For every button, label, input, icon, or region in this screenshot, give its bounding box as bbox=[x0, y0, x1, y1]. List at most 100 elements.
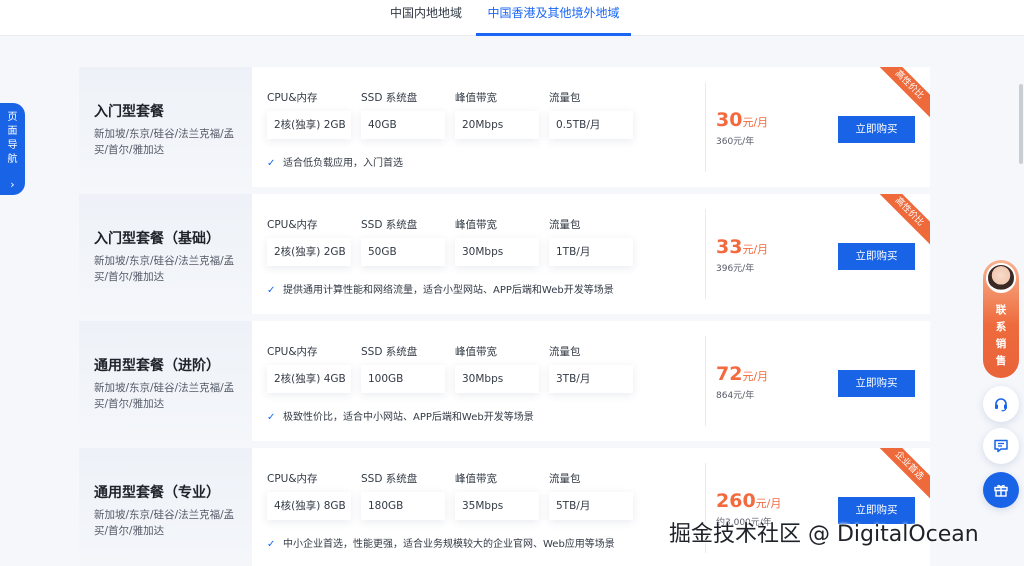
plan-feature: ✓ 中小企业首选，性能更强，适合业务规模较大的企业官网、Web应用等场景 bbox=[267, 535, 615, 550]
bandwidth-value: 20Mbps bbox=[455, 111, 539, 139]
divider bbox=[705, 336, 706, 426]
region-tabs: 中国内地地域 中国香港及其他境外地域 bbox=[0, 0, 1024, 36]
page-navigation-button[interactable]: 页面导航 › bbox=[0, 103, 25, 195]
contact-sales-button[interactable]: 联系销售 bbox=[983, 260, 1019, 378]
price-unit: 元/月 bbox=[742, 116, 769, 129]
page-navigation-label: 页面导航 bbox=[7, 112, 18, 165]
traffic-value: 0.5TB/月 bbox=[549, 111, 633, 139]
plan-name: 通用型套餐（进阶） bbox=[94, 358, 220, 374]
plan-feature-text: 适合低负载应用，入门首选 bbox=[283, 158, 403, 169]
plan-feature: ✓ 极致性价比，适合中小网站、APP后端和Web开发等场景 bbox=[267, 408, 534, 423]
cpu-label: CPU&内存 bbox=[267, 346, 318, 358]
divider bbox=[705, 209, 706, 299]
plan-regions: 新加坡/东京/硅谷/法兰克福/孟买/首尔/雅加达 bbox=[94, 128, 235, 156]
check-icon: ✓ bbox=[267, 412, 276, 423]
cpu-value: 4核(独享) 8GB bbox=[267, 492, 351, 520]
ssd-label: SSD 系统盘 bbox=[361, 473, 418, 485]
plan-name: 入门型套餐 bbox=[94, 104, 164, 120]
traffic-value: 1TB/月 bbox=[549, 238, 633, 266]
plan-name: 通用型套餐（专业） bbox=[94, 485, 220, 501]
price-unit: 元/月 bbox=[742, 370, 769, 383]
monthly-price: 30元/月 bbox=[716, 109, 768, 131]
yearly-price: 360元/年 bbox=[716, 137, 755, 147]
watermark: 掘金技术社区 @ DigitalOcean bbox=[669, 522, 979, 547]
price-unit: 元/月 bbox=[742, 243, 769, 256]
divider bbox=[705, 82, 706, 172]
ssd-label: SSD 系统盘 bbox=[361, 92, 418, 104]
chevron-right-icon: › bbox=[10, 178, 15, 191]
plan-name: 入门型套餐（基础） bbox=[94, 231, 220, 247]
plan-summary: 入门型套餐 新加坡/东京/硅谷/法兰克福/孟买/首尔/雅加达 bbox=[79, 67, 252, 187]
plan-card: 入门型套餐（基础） 新加坡/东京/硅谷/法兰克福/孟买/首尔/雅加达 CPU&内… bbox=[79, 194, 930, 314]
plan-feature-text: 中小企业首选，性能更强，适合业务规模较大的企业官网、Web应用等场景 bbox=[283, 539, 615, 550]
traffic-label: 流量包 bbox=[549, 473, 581, 485]
plan-ribbon: 高性价比 bbox=[875, 194, 930, 246]
plan-card: 通用型套餐（进阶） 新加坡/东京/硅谷/法兰克福/孟买/首尔/雅加达 CPU&内… bbox=[79, 321, 930, 441]
traffic-label: 流量包 bbox=[549, 92, 581, 104]
plan-card: 通用型套餐（专业） 新加坡/东京/硅谷/法兰克福/孟买/首尔/雅加达 CPU&内… bbox=[79, 448, 930, 566]
plan-feature-text: 极致性价比，适合中小网站、APP后端和Web开发等场景 bbox=[283, 412, 534, 423]
gift-icon bbox=[994, 484, 1008, 497]
price-unit: 元/月 bbox=[755, 497, 782, 510]
price-number: 33 bbox=[716, 236, 743, 258]
plan-feature: ✓ 适合低负载应用，入门首选 bbox=[267, 154, 403, 169]
plan-ribbon: 高性价比 bbox=[875, 67, 930, 119]
bandwidth-value: 30Mbps bbox=[455, 365, 539, 393]
monthly-price: 260元/月 bbox=[716, 490, 781, 512]
cpu-value: 2核(独享) 2GB bbox=[267, 111, 351, 139]
plan-summary: 通用型套餐（进阶） 新加坡/东京/硅谷/法兰克福/孟买/首尔/雅加达 bbox=[79, 321, 252, 441]
cpu-label: CPU&内存 bbox=[267, 92, 318, 104]
traffic-label: 流量包 bbox=[549, 346, 581, 358]
plan-regions: 新加坡/东京/硅谷/法兰克福/孟买/首尔/雅加达 bbox=[94, 509, 235, 537]
ssd-label: SSD 系统盘 bbox=[361, 219, 418, 231]
tab-hongkong-overseas[interactable]: 中国香港及其他境外地域 bbox=[476, 0, 631, 36]
cpu-value: 2核(独享) 4GB bbox=[267, 365, 351, 393]
cpu-value: 2核(独享) 2GB bbox=[267, 238, 351, 266]
cpu-label: CPU&内存 bbox=[267, 219, 318, 231]
ssd-value: 180GB bbox=[361, 492, 445, 520]
check-icon: ✓ bbox=[267, 285, 276, 296]
avatar bbox=[986, 263, 1016, 293]
buy-now-button[interactable]: 立即购买 bbox=[838, 243, 915, 270]
cpu-label: CPU&内存 bbox=[267, 473, 318, 485]
yearly-price: 396元/年 bbox=[716, 264, 755, 274]
ssd-value: 40GB bbox=[361, 111, 445, 139]
traffic-value: 3TB/月 bbox=[549, 365, 633, 393]
bandwidth-value: 30Mbps bbox=[455, 238, 539, 266]
ssd-value: 50GB bbox=[361, 238, 445, 266]
ssd-label: SSD 系统盘 bbox=[361, 346, 418, 358]
buy-now-button[interactable]: 立即购买 bbox=[838, 370, 915, 397]
scrollbar[interactable] bbox=[1019, 84, 1023, 164]
plan-feature-text: 提供通用计算性能和网络流量，适合小型网站、APP后端和Web开发等场景 bbox=[283, 285, 614, 296]
ssd-value: 100GB bbox=[361, 365, 445, 393]
monthly-price: 33元/月 bbox=[716, 236, 768, 258]
tab-mainland-china[interactable]: 中国内地地域 bbox=[376, 0, 476, 36]
plan-summary: 入门型套餐（基础） 新加坡/东京/硅谷/法兰克福/孟买/首尔/雅加达 bbox=[79, 194, 252, 314]
feedback-button[interactable] bbox=[983, 428, 1019, 464]
traffic-value: 5TB/月 bbox=[549, 492, 633, 520]
check-icon: ✓ bbox=[267, 539, 276, 550]
plan-feature: ✓ 提供通用计算性能和网络流量，适合小型网站、APP后端和Web开发等场景 bbox=[267, 281, 614, 296]
yearly-price: 864元/年 bbox=[716, 391, 755, 401]
buy-now-button[interactable]: 立即购买 bbox=[838, 116, 915, 143]
contact-sales-label: 联系销售 bbox=[995, 304, 1007, 367]
plan-summary: 通用型套餐（专业） 新加坡/东京/硅谷/法兰克福/孟买/首尔/雅加达 bbox=[79, 448, 252, 566]
bandwidth-value: 35Mbps bbox=[455, 492, 539, 520]
price-number: 30 bbox=[716, 109, 743, 131]
traffic-label: 流量包 bbox=[549, 219, 581, 231]
plan-regions: 新加坡/东京/硅谷/法兰克福/孟买/首尔/雅加达 bbox=[94, 382, 235, 410]
plan-regions: 新加坡/东京/硅谷/法兰克福/孟买/首尔/雅加达 bbox=[94, 255, 235, 283]
gift-button[interactable] bbox=[983, 472, 1019, 508]
bandwidth-label: 峰值带宽 bbox=[455, 346, 497, 358]
headset-icon bbox=[995, 398, 1007, 412]
plan-ribbon: 企业首选 bbox=[875, 448, 930, 500]
feedback-icon bbox=[994, 439, 1008, 453]
monthly-price: 72元/月 bbox=[716, 363, 768, 385]
price-number: 260 bbox=[716, 490, 756, 512]
plan-card: 入门型套餐 新加坡/东京/硅谷/法兰克福/孟买/首尔/雅加达 CPU&内存 SS… bbox=[79, 67, 930, 187]
bandwidth-label: 峰值带宽 bbox=[455, 473, 497, 485]
check-icon: ✓ bbox=[267, 158, 276, 169]
bandwidth-label: 峰值带宽 bbox=[455, 92, 497, 104]
price-number: 72 bbox=[716, 363, 743, 385]
customer-service-button[interactable] bbox=[983, 386, 1019, 422]
